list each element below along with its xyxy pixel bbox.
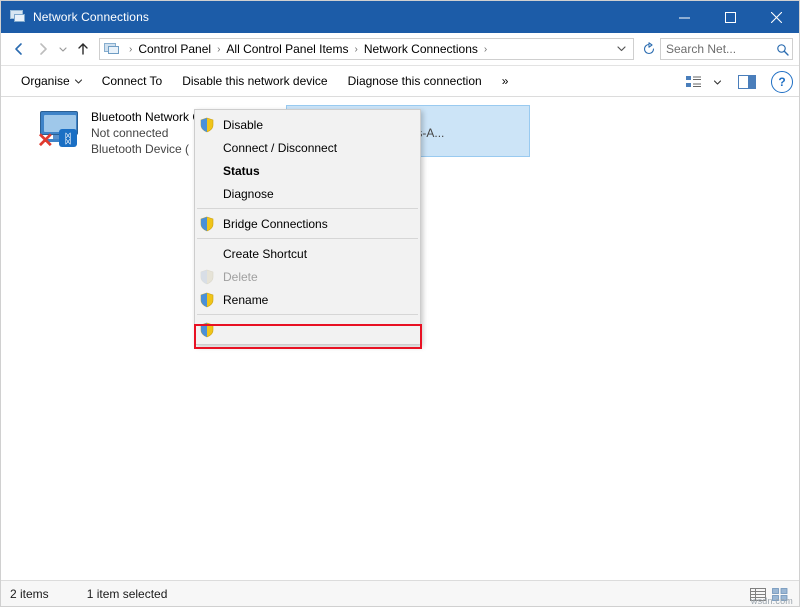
status-item-count: 2 items	[10, 587, 49, 601]
command-connect-to[interactable]: Connect To	[92, 69, 173, 93]
context-menu-item-label: Delete	[223, 270, 258, 284]
context-menu-item-status[interactable]: Status	[195, 159, 420, 182]
status-selection: 1 item selected	[87, 587, 168, 601]
context-menu-item-label: Create Shortcut	[223, 247, 307, 261]
no-icon-placeholder	[199, 246, 215, 262]
breadcrumb-item-network-connections[interactable]: Network Connections	[362, 42, 480, 56]
no-icon-placeholder	[199, 140, 215, 156]
no-icon-placeholder	[199, 163, 215, 179]
breadcrumb-item-all-control-panel-items[interactable]: All Control Panel Items	[224, 42, 350, 56]
shield-icon	[199, 269, 215, 285]
breadcrumb-network-icon	[104, 41, 120, 57]
context-menu-item-label: Disable	[223, 118, 263, 132]
disconnected-x-icon: ✕	[37, 131, 54, 151]
status-bar: 2 items 1 item selected	[1, 580, 799, 606]
view-layout-icon[interactable]	[681, 70, 709, 94]
search-placeholder: Search Net...	[661, 42, 772, 56]
shield-icon	[199, 216, 215, 232]
command-organise[interactable]: Organise	[11, 69, 92, 93]
breadcrumb-separator: ›	[125, 44, 136, 55]
forward-arrow-icon	[31, 37, 55, 61]
history-dropdown-icon[interactable]	[55, 37, 71, 61]
context-menu-item-label: Bridge Connections	[223, 217, 328, 231]
context-menu-item-rename[interactable]: Rename	[195, 288, 420, 311]
context-menu[interactable]: Disable Connect / Disconnect Status Diag…	[194, 109, 421, 345]
breadcrumb-separator: ›	[350, 44, 361, 55]
content-area: ✕ ᛥ Bluetooth Network Connection Not con…	[1, 97, 799, 580]
shield-icon	[199, 117, 215, 133]
network-connections-icon	[10, 9, 26, 25]
shield-icon	[199, 292, 215, 308]
maximize-button[interactable]	[707, 1, 753, 33]
chevron-down-icon[interactable]	[613, 44, 633, 55]
context-menu-item-diagnose[interactable]: Diagnose	[195, 182, 420, 205]
breadcrumb[interactable]: › Control Panel › All Control Panel Item…	[99, 38, 634, 60]
window-title: Network Connections	[33, 10, 149, 24]
command-disable-device-label: Disable this network device	[182, 74, 327, 88]
magnifier-icon[interactable]	[772, 43, 792, 56]
address-bar: › Control Panel › All Control Panel Item…	[1, 33, 799, 65]
chevron-down-icon	[75, 77, 82, 86]
context-menu-item-label: Connect / Disconnect	[223, 141, 337, 155]
close-button[interactable]	[753, 1, 799, 33]
context-menu-item-create-shortcut[interactable]: Create Shortcut	[195, 242, 420, 265]
breadcrumb-separator: ›	[480, 44, 491, 55]
command-disable-device[interactable]: Disable this network device	[172, 69, 337, 93]
command-diagnose-connection-label: Diagnose this connection	[348, 74, 482, 88]
command-overflow[interactable]: »	[492, 69, 519, 93]
context-menu-item-connect-disconnect[interactable]: Connect / Disconnect	[195, 136, 420, 159]
command-bar-right: ?	[681, 66, 793, 98]
title-bar: Network Connections	[1, 1, 799, 33]
command-connect-to-label: Connect To	[102, 74, 163, 88]
command-diagnose-connection[interactable]: Diagnose this connection	[338, 69, 492, 93]
up-arrow-icon[interactable]	[71, 37, 95, 61]
context-menu-item-delete: Delete	[195, 265, 420, 288]
explorer-window: Network Connections	[0, 0, 800, 607]
breadcrumb-separator: ›	[213, 44, 224, 55]
watermark: wsdn.com	[751, 596, 793, 606]
search-input[interactable]: Search Net...	[660, 38, 793, 60]
context-menu-separator	[197, 238, 418, 239]
context-menu-separator	[197, 208, 418, 209]
refresh-icon[interactable]	[638, 38, 660, 60]
context-menu-item-label: Rename	[223, 293, 268, 307]
context-menu-item-label: Diagnose	[223, 187, 274, 201]
breadcrumb-item-control-panel[interactable]: Control Panel	[136, 42, 213, 56]
context-menu-item-disable[interactable]: Disable	[195, 113, 420, 136]
context-menu-item-properties[interactable]	[195, 318, 420, 341]
window-controls	[661, 1, 799, 33]
minimize-button[interactable]	[661, 1, 707, 33]
view-dropdown-icon[interactable]	[714, 78, 721, 87]
context-menu-item-bridge-connections[interactable]: Bridge Connections	[195, 212, 420, 235]
context-menu-item-label: Status	[223, 164, 260, 178]
preview-pane-icon[interactable]	[733, 70, 761, 94]
no-icon-placeholder	[199, 186, 215, 202]
bluetooth-network-adapter-icon: ✕ ᛥ	[37, 107, 85, 151]
shield-icon	[199, 322, 215, 338]
bluetooth-badge-icon: ᛥ	[59, 129, 77, 147]
command-bar: Organise Connect To Disable this network…	[1, 65, 799, 97]
back-arrow-icon[interactable]	[7, 37, 31, 61]
help-button[interactable]: ?	[771, 71, 793, 93]
context-menu-separator	[197, 314, 418, 315]
command-organise-label: Organise	[21, 74, 70, 88]
